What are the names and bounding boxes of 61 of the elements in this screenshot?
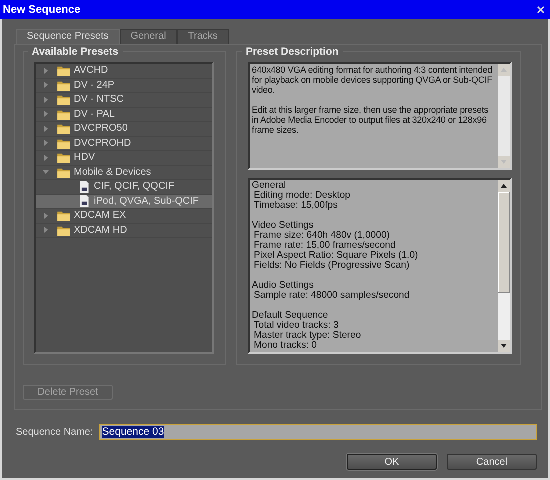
tree-item[interactable]: DV - 24P	[36, 78, 212, 93]
file-icon	[79, 180, 90, 193]
section-heading: Default Sequence	[252, 311, 330, 321]
sequence-name-field[interactable]: Sequence 03	[99, 424, 537, 440]
folder-icon	[57, 210, 71, 222]
section-heading: General	[252, 181, 288, 191]
tree-item[interactable]: iPod, QVGA, Sub-QCIF	[36, 194, 212, 209]
folder-icon	[57, 224, 71, 236]
setting-text: Pixel Aspect Ratio: Square Pixels (1.0)	[253, 251, 420, 261]
description-text: Edit at this larger frame size, then use the appropriate presets in Adobe Media Encoder to output files at 320x240 or 128x96 frame sizes.	[252, 105, 490, 135]
setting-text: Total video tracks: 3	[253, 321, 340, 331]
folder-icon	[57, 123, 71, 134]
dialog-button[interactable]: OK	[347, 454, 437, 470]
tree-item[interactable]: Mobile & Devices	[36, 166, 212, 180]
collapsed-caret-icon[interactable]	[43, 111, 49, 118]
collapsed-caret-icon[interactable]	[43, 68, 49, 74]
tab[interactable]: General	[120, 29, 178, 44]
collapsed-caret-icon[interactable]	[43, 154, 49, 161]
field-label: Sequence Name:	[16, 426, 94, 438]
section-heading: Audio Settings	[252, 281, 315, 291]
collapsed-caret-icon[interactable]	[43, 212, 49, 219]
tab[interactable]: Sequence Presets	[16, 29, 120, 44]
tree-item[interactable]: XDCAM EX	[36, 209, 212, 224]
setting-text: Frame rate: 15,00 frames/second	[253, 241, 397, 251]
setting-text: Sample rate: 48000 samples/second	[253, 291, 411, 301]
folder-icon	[57, 166, 71, 178]
tree-item[interactable]: XDCAM HD	[36, 224, 212, 238]
tree-item[interactable]: DV - NTSC	[36, 93, 212, 108]
collapsed-caret-icon[interactable]	[43, 126, 49, 132]
tree-item[interactable]: DVCPROHD	[36, 136, 212, 151]
setting-text: Frame size: 640h 480v (1,0000)	[253, 231, 391, 241]
setting-text: Editing mode: Desktop	[253, 191, 352, 201]
tree-item[interactable]: HDV	[36, 151, 212, 166]
folder-icon	[57, 65, 71, 76]
setting-text: Mono tracks: 0	[253, 341, 318, 351]
folder-icon	[57, 138, 71, 149]
tree-item[interactable]: DVCPRO50	[36, 122, 212, 136]
scroll-thumb[interactable]	[498, 192, 510, 293]
tree-item[interactable]: DV - PAL	[36, 108, 212, 122]
tree-item[interactable]: AVCHD	[36, 64, 212, 78]
folder-icon	[57, 94, 71, 106]
folder-icon	[57, 152, 71, 164]
collapsed-caret-icon[interactable]	[43, 82, 49, 88]
folder-icon	[57, 108, 71, 120]
description-text: 640x480 VGA editing format for authoring 4:3 content intended for playback on mobile devices supporting QVGA or Sub-QCIF video.	[252, 65, 494, 95]
dialog-button[interactable]: Cancel	[447, 454, 537, 470]
collapsed-caret-icon[interactable]	[43, 227, 49, 234]
group-heading: Available Presets	[28, 46, 123, 58]
file-icon	[79, 195, 90, 208]
collapsed-caret-icon[interactable]	[43, 96, 49, 103]
section-heading: Video Settings	[252, 221, 315, 231]
expanded-caret-icon[interactable]	[43, 169, 49, 176]
close-icon[interactable]	[536, 4, 546, 14]
setting-text: Master track type: Stereo	[253, 331, 362, 341]
tab[interactable]: Tracks	[177, 29, 229, 44]
setting-text: Timebase: 15,00fps	[253, 201, 339, 211]
group-heading: Preset Description	[242, 46, 343, 58]
folder-icon	[57, 80, 71, 91]
collapsed-caret-icon[interactable]	[43, 140, 49, 146]
setting-text: Fields: No Fields (Progressive Scan)	[253, 261, 411, 271]
window-title: New Sequence	[3, 4, 81, 16]
